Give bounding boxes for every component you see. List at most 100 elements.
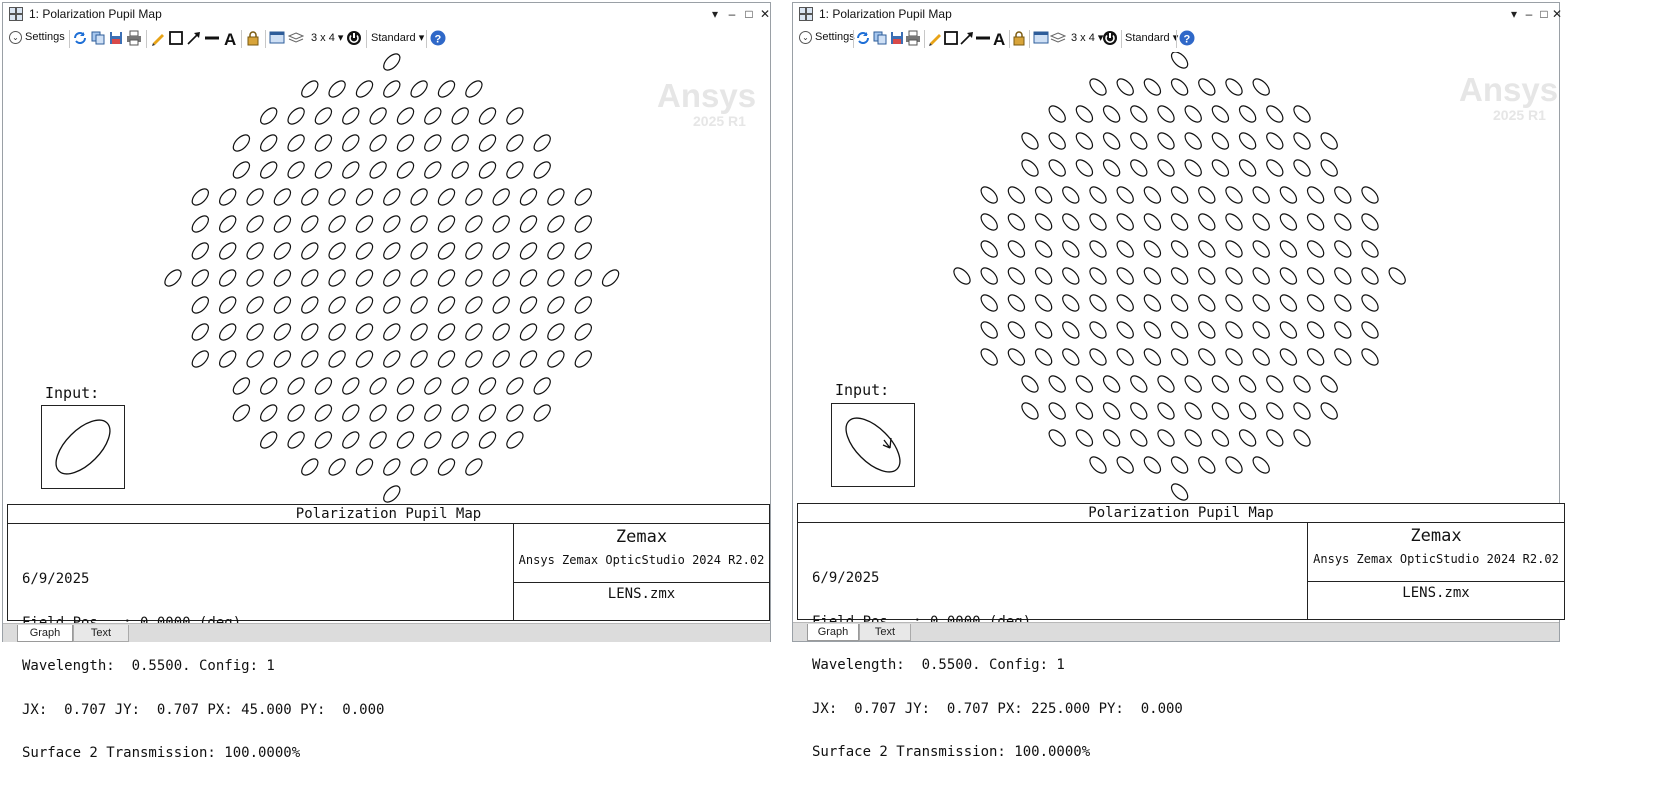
polarization-ellipse [1170,294,1189,312]
toolbar-separator [366,30,367,48]
maximize-button[interactable]: □ [741,5,757,23]
polarization-ellipse [383,53,401,71]
minimize-button[interactable]: – [724,5,740,23]
polarization-ellipse [246,188,264,206]
toolbar-separator [1009,30,1010,48]
minimize-button[interactable]: – [1521,5,1537,23]
layers-icon[interactable] [288,30,304,46]
window-menu-dropdown-button[interactable]: ▾ [707,5,723,23]
close-button[interactable]: ✕ [1549,5,1565,23]
polarization-ellipse [314,431,333,449]
text-tool-icon[interactable]: A [222,30,238,46]
toolbar-separator [1121,30,1122,48]
polarization-ellipse [1102,159,1121,177]
arrow-icon[interactable] [959,30,975,46]
polarization-ellipse [1198,240,1216,258]
settings-button[interactable]: Settings [815,31,855,43]
polarization-ellipse [1130,159,1148,177]
lock-icon[interactable] [1011,30,1027,46]
title-bar[interactable]: 1: Polarization Pupil Map ▾ – □ ✕ [793,3,1562,25]
rectangle-icon[interactable] [168,30,184,46]
power-icon[interactable] [1102,30,1118,46]
print-icon[interactable] [126,30,142,46]
polarization-ellipse [1279,321,1298,339]
polarization-ellipse [246,350,264,368]
help-icon[interactable]: ? [1179,30,1195,46]
polarization-ellipse [328,296,346,314]
copy-icon[interactable] [872,30,888,46]
polarization-ellipse [1089,267,1107,285]
polarization-ellipse [1225,294,1243,312]
polarization-ellipse [1184,105,1202,123]
settings-chevron-icon[interactable]: ⌄ [799,31,812,44]
polarization-ellipse [1225,348,1243,366]
save-icon[interactable] [889,30,905,46]
polarization-ellipse [1143,78,1162,96]
close-button[interactable]: ✕ [757,5,773,23]
layers-icon[interactable] [1050,30,1066,46]
polarization-ellipse [506,161,524,179]
polarization-ellipse [396,404,415,422]
style-dropdown[interactable]: Standard ▾ [1125,31,1178,44]
polarization-ellipse [328,215,346,233]
footer-product: Ansys Zemax OpticStudio 2024 R2.02 [518,553,765,567]
layout-dropdown[interactable]: 3 x 4 ▾ [311,31,343,44]
settings-button[interactable]: Settings [25,31,65,43]
tab-text[interactable]: Text [859,624,911,641]
polarization-ellipse [1062,348,1080,366]
rectangle-icon[interactable] [943,30,959,46]
polarization-ellipse [1225,213,1243,231]
refresh-icon[interactable] [72,30,88,46]
copy-icon[interactable] [90,30,106,46]
polarization-ellipse [547,269,565,287]
polarization-ellipse [191,296,209,314]
polarization-ellipse [1334,267,1352,285]
text-tool-icon[interactable]: A [991,30,1007,46]
settings-chevron-icon[interactable]: ⌄ [9,31,22,44]
polarization-ellipse [383,80,401,98]
footer-right-panel: Zemax Ansys Zemax OpticStudio 2024 R2.02… [1307,522,1564,619]
arrow-icon[interactable] [186,30,202,46]
polarization-ellipse [1143,456,1162,474]
svg-text:?: ? [1184,34,1191,46]
polarization-ellipse [246,296,264,314]
window-options-icon[interactable] [269,30,285,46]
power-icon[interactable] [346,30,362,46]
pencil-icon[interactable] [927,30,943,46]
tab-graph[interactable]: Graph [807,624,859,641]
polarization-ellipse [1306,321,1325,339]
print-icon[interactable] [905,30,921,46]
tab-graph[interactable]: Graph [17,625,73,642]
polarization-ellipse [301,296,319,314]
polarization-ellipse [1198,213,1216,231]
polarization-ellipse [424,404,442,422]
layout-dropdown[interactable]: 3 x 4 ▾ [1071,31,1103,44]
refresh-icon[interactable] [855,30,871,46]
style-dropdown[interactable]: Standard ▾ [371,31,424,44]
polarization-ellipse [506,107,524,125]
help-icon[interactable]: ? [430,30,446,46]
footer-right-panel: Zemax Ansys Zemax OpticStudio 2024 R2.02… [513,523,769,620]
polarization-ellipse [1116,213,1134,231]
window-options-icon[interactable] [1033,30,1049,46]
polarization-ellipse [1306,294,1325,312]
save-icon[interactable] [108,30,124,46]
polarization-ellipse [1116,78,1134,96]
pencil-icon[interactable] [150,30,166,46]
polarization-ellipse [519,215,538,233]
polarization-ellipse [465,242,483,260]
title-bar[interactable]: 1: Polarization Pupil Map ▾ – □ ✕ [3,3,770,25]
polarization-ellipse [287,161,305,179]
input-ellipse [845,417,901,473]
lock-icon[interactable] [245,30,261,46]
line-icon[interactable] [204,30,220,46]
polarization-ellipse [342,431,360,449]
polarization-ellipse [1130,375,1148,393]
line-icon[interactable] [975,30,991,46]
polarization-ellipse [1157,105,1175,123]
window-menu-dropdown-button[interactable]: ▾ [1506,5,1522,23]
polarization-ellipse [1075,105,1094,123]
tab-text[interactable]: Text [73,625,129,642]
polarization-ellipse [1143,348,1162,366]
polarization-ellipse [369,134,387,152]
